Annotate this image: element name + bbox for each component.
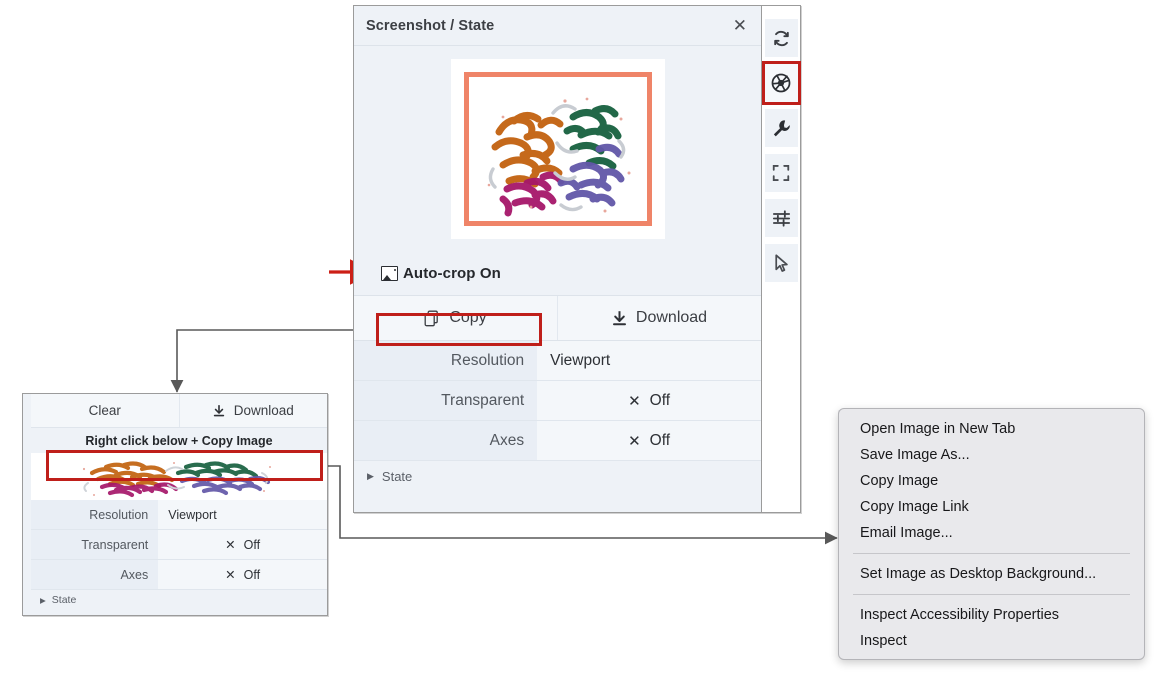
refresh-icon-button[interactable] <box>764 19 798 57</box>
triangle-right-icon: ▶ <box>40 595 46 605</box>
menu-item-email-image[interactable]: Email Image... <box>839 520 1144 546</box>
setting-row-axes[interactable]: Axes ✕ Off <box>354 421 761 461</box>
cursor-pointer-icon-button[interactable] <box>764 244 798 282</box>
mini-setting-value-cell[interactable]: ✕ Off <box>158 560 327 589</box>
mini-setting-row-transparent[interactable]: Transparent ✕ Off <box>31 530 327 560</box>
wrench-icon-button[interactable] <box>764 109 798 147</box>
auto-crop-label: Auto-crop On <box>403 265 501 282</box>
setting-value-cell[interactable]: ✕ Off <box>537 421 761 460</box>
copy-button-label: Copy <box>449 309 487 326</box>
setting-value: Off <box>649 391 671 409</box>
fullscreen-icon-button[interactable] <box>764 154 798 192</box>
mini-download-button[interactable]: Download <box>178 394 327 427</box>
setting-row-resolution[interactable]: Resolution Viewport <box>354 341 761 381</box>
x-icon: ✕ <box>225 568 236 582</box>
download-button[interactable]: Download <box>557 296 761 340</box>
mini-setting-key: Transparent <box>31 530 159 559</box>
mini-action-button-row: Clear Download <box>31 394 327 428</box>
menu-item-copy-image[interactable]: Copy Image <box>839 468 1144 494</box>
setting-value[interactable]: Viewport <box>537 341 761 380</box>
setting-key: Axes <box>354 421 538 460</box>
x-icon: ✕ <box>225 538 236 552</box>
sliders-icon <box>772 209 790 227</box>
right-click-hint: Right click below + Copy Image <box>31 428 327 453</box>
mini-setting-key: Axes <box>31 560 159 589</box>
image-context-menu: Open Image in New Tab Save Image As... C… <box>838 408 1145 660</box>
mini-download-button-label: Download <box>233 403 294 418</box>
mini-setting-value: Off <box>243 567 261 582</box>
mini-thumbnail[interactable] <box>31 453 327 500</box>
mini-setting-value: Off <box>243 537 261 552</box>
menu-item-save-image-as[interactable]: Save Image As... <box>839 442 1144 468</box>
action-button-row: Copy Download <box>354 296 761 341</box>
setting-key: Resolution <box>354 341 538 380</box>
triangle-right-icon: ▶ <box>367 470 374 481</box>
menu-item-inspect-accessibility-properties[interactable]: Inspect Accessibility Properties <box>839 602 1144 628</box>
state-disclosure-row[interactable]: ▶ State <box>354 461 761 491</box>
download-button-label: Download <box>635 309 708 326</box>
mini-setting-row-resolution[interactable]: Resolution Viewport <box>31 500 327 530</box>
camera-aperture-icon <box>771 73 791 93</box>
panel-titlebar: Screenshot / State ✕ <box>354 6 761 46</box>
screenshot-canvas: Screenshot / State ✕ Auto-crop On Copy D… <box>0 0 1170 674</box>
mini-setting-row-axes[interactable]: Axes ✕ Off <box>31 560 327 590</box>
viewer-toolbar <box>761 5 801 513</box>
download-icon <box>213 404 225 418</box>
mini-setting-value-cell[interactable]: ✕ Off <box>158 530 327 559</box>
mini-state-label: State <box>51 594 77 606</box>
setting-value: Off <box>649 431 671 449</box>
menu-item-open-image-in-new-tab[interactable]: Open Image in New Tab <box>839 416 1144 442</box>
protein-structure-thumbnail <box>82 460 271 497</box>
page-title: Screenshot / State <box>366 17 495 34</box>
fullscreen-icon <box>772 165 790 181</box>
sliders-icon-button[interactable] <box>764 199 798 237</box>
refresh-icon <box>773 30 789 46</box>
copy-icon <box>424 310 440 327</box>
download-icon <box>612 310 627 327</box>
copy-button[interactable]: Copy <box>354 296 557 340</box>
menu-separator <box>853 553 1130 554</box>
clear-button-label: Clear <box>88 403 121 418</box>
screenshot-preview-area <box>354 46 761 252</box>
setting-row-transparent[interactable]: Transparent ✕ Off <box>354 381 761 421</box>
setting-value-cell[interactable]: ✕ Off <box>537 381 761 420</box>
screenshot-card <box>450 59 665 239</box>
x-icon: ✕ <box>628 392 641 410</box>
screenshot-state-panel: Screenshot / State ✕ Auto-crop On Copy D… <box>353 5 762 513</box>
screenshot-frame[interactable] <box>463 72 652 226</box>
mini-state-disclosure-row[interactable]: ▶ State <box>31 590 327 610</box>
screenshot-mini-panel: Clear Download Right click below + Copy … <box>22 393 328 616</box>
wrench-icon <box>773 119 790 136</box>
image-icon <box>381 266 398 281</box>
x-icon: ✕ <box>628 432 641 450</box>
cursor-pointer-icon <box>775 253 788 272</box>
state-label: State <box>381 468 413 484</box>
menu-separator <box>853 594 1130 595</box>
protein-structure-image <box>487 97 630 217</box>
clear-button[interactable]: Clear <box>31 394 179 427</box>
menu-item-copy-image-link[interactable]: Copy Image Link <box>839 494 1144 520</box>
menu-item-set-image-as-desktop-background[interactable]: Set Image as Desktop Background... <box>839 561 1144 587</box>
auto-crop-row[interactable]: Auto-crop On <box>354 252 761 296</box>
menu-item-inspect[interactable]: Inspect <box>839 628 1144 654</box>
setting-key: Transparent <box>354 381 538 420</box>
mini-setting-key: Resolution <box>31 500 159 529</box>
close-icon[interactable]: ✕ <box>729 15 751 36</box>
mini-panel-body: Clear Download Right click below + Copy … <box>31 394 327 615</box>
mini-setting-value[interactable]: Viewport <box>158 500 327 529</box>
camera-aperture-icon-button[interactable] <box>761 61 801 105</box>
